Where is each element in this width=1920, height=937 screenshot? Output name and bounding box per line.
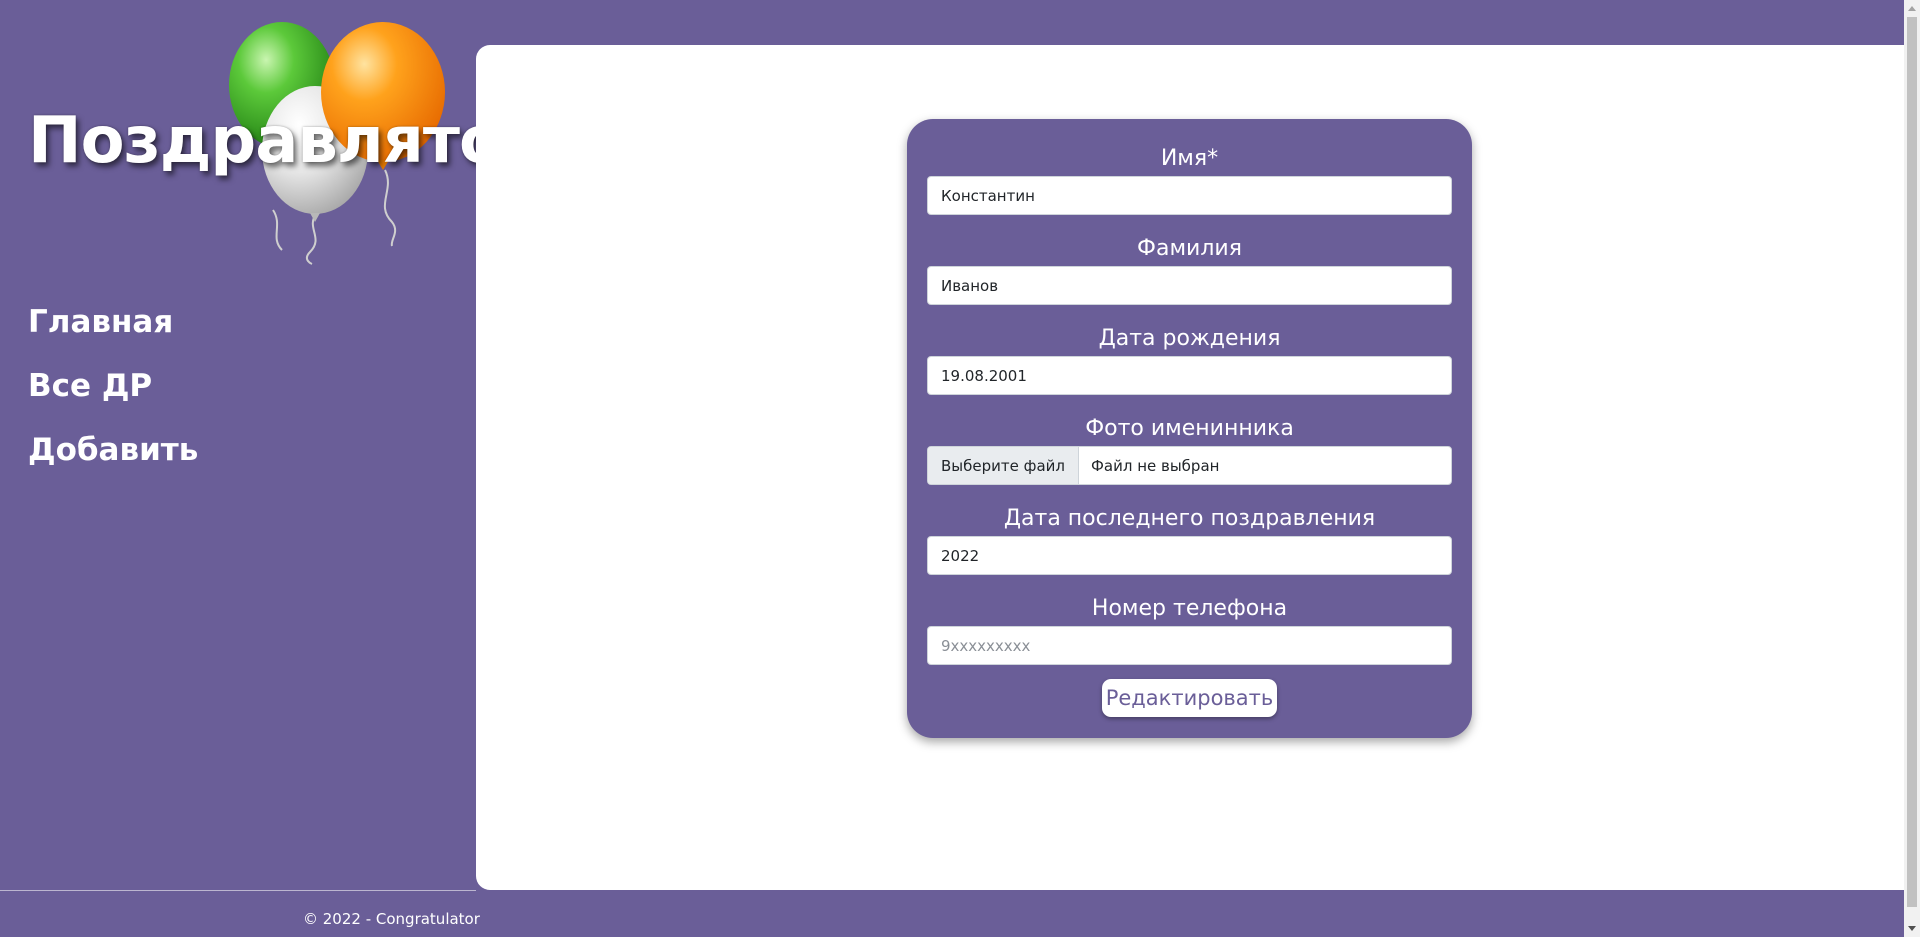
nav-item-home: Главная [28,304,198,341]
nav-link-add[interactable]: Добавить [28,432,198,468]
phone-field: Номер телефона [927,595,1452,665]
birth-date-input[interactable] [927,356,1452,395]
photo-label: Фото именинника [1085,416,1294,441]
photo-file-input[interactable]: Выберите файл Файл не выбран [927,446,1452,485]
last-congrat-field: Дата последнего поздравления [927,505,1452,575]
photo-field: Фото именинника Выберите файл Файл не вы… [927,415,1452,485]
footer-copyright: © 2022 - Congratulator [303,910,480,928]
main-content: Имя* Фамилия Дата рождения Фото именинни… [476,45,1904,890]
nav-item-add: Добавить [28,432,198,469]
last-congrat-label: Дата последнего поздравления [1003,506,1376,531]
logo-text: Поздравлятор [28,104,548,178]
nav-item-all-birthdays: Все ДР [28,368,198,405]
birth-date-field: Дата рождения [927,325,1452,395]
sidebar: Поздравлятор Главная Все ДР Добавить [0,0,548,890]
last-congrat-input[interactable] [927,536,1452,575]
scroll-up-arrow-icon[interactable] [1908,6,1916,11]
last-name-label: Фамилия [1137,236,1242,261]
phone-input[interactable] [927,626,1452,665]
file-status-text: Файл не выбран [1090,456,1220,475]
scrollbar-thumb[interactable] [1907,17,1917,907]
first-name-field: Имя* [927,145,1452,215]
choose-file-button[interactable]: Выберите файл [928,447,1079,484]
last-name-input[interactable] [927,266,1452,305]
first-name-label: Имя* [1160,146,1219,171]
first-name-input[interactable] [927,176,1452,215]
last-name-field: Фамилия [927,235,1452,305]
page-scrollbar[interactable] [1904,0,1920,937]
birth-date-label: Дата рождения [1098,326,1281,351]
edit-submit-button[interactable]: Редактировать [1102,679,1277,717]
nav-link-all-birthdays[interactable]: Все ДР [28,368,152,404]
phone-label: Номер телефона [1091,596,1288,621]
footer-divider [0,890,476,891]
main-nav: Главная Все ДР Добавить [28,304,198,496]
nav-link-home[interactable]: Главная [28,304,173,340]
scroll-down-arrow-icon[interactable] [1908,926,1916,931]
logo[interactable]: Поздравлятор [20,10,548,265]
edit-birthday-form: Имя* Фамилия Дата рождения Фото именинни… [907,119,1472,738]
